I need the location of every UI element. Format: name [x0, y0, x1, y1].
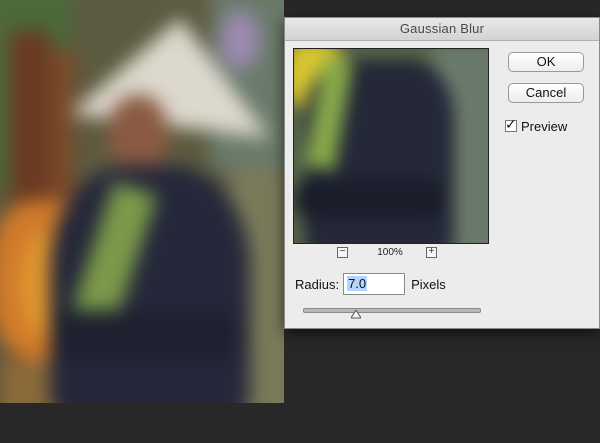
radius-unit: Pixels [411, 276, 446, 292]
zoom-controls: − 100% + [293, 247, 487, 261]
preview-checkbox-row[interactable]: ✓ Preview [505, 116, 568, 134]
triangle-slider-thumb-icon[interactable] [350, 310, 361, 320]
preview-checkbox[interactable]: ✓ [505, 116, 517, 132]
radius-input[interactable]: 7.0 [343, 273, 406, 295]
radius-row: Radius: 7.0 Pixels [295, 273, 446, 295]
zoom-level: 100% [377, 247, 403, 258]
dialog-titlebar[interactable]: Gaussian Blur [285, 18, 599, 41]
checkmark-icon: ✓ [505, 116, 517, 132]
preview-pane[interactable] [293, 48, 489, 244]
document-canvas[interactable] [0, 0, 284, 403]
gaussian-blur-dialog: Gaussian Blur − 100% + OK Cancel ✓ Previ… [284, 17, 600, 329]
preview-image [294, 49, 488, 243]
radius-slider-track[interactable] [303, 308, 481, 313]
blurred-photo [0, 0, 284, 403]
dialog-title: Gaussian Blur [399, 21, 485, 36]
radius-label: Radius: [295, 276, 340, 292]
zoom-in-symbol: + [428, 246, 435, 257]
cancel-button[interactable]: Cancel [508, 83, 584, 103]
plus-icon[interactable]: + [426, 247, 437, 258]
radius-value: 7.0 [347, 276, 368, 291]
ok-button[interactable]: OK [508, 52, 584, 72]
workspace: Gaussian Blur − 100% + OK Cancel ✓ Previ… [0, 0, 600, 443]
preview-label: Preview [521, 118, 568, 134]
